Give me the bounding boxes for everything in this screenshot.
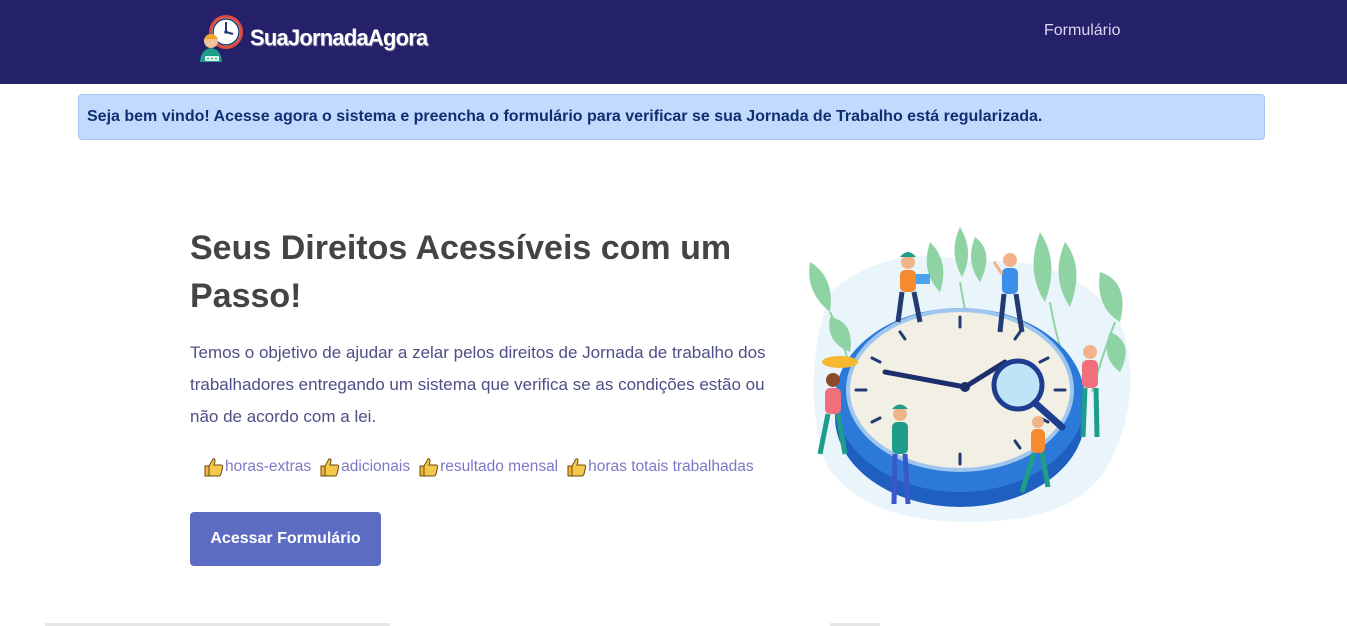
hero-description: Temos o objetivo de ajudar a zelar pelos… (190, 343, 766, 426)
tag-label: resultado mensal (440, 458, 559, 475)
clock-team-illustration (809, 227, 1131, 522)
thumbs-up-icon (204, 458, 224, 477)
access-form-button[interactable]: Acessar Formulário (190, 512, 381, 566)
top-navbar: SuaJornadaAgora Formulário (0, 0, 1347, 84)
coin-icon (822, 356, 858, 368)
tag-label: horas-extras (225, 458, 312, 475)
feature-tags: horas-extras adicionais resultado mensal… (204, 457, 763, 477)
clock-worker-logo-icon (200, 15, 243, 62)
tag-horas-totais[interactable]: horas totais trabalhadas (567, 457, 754, 477)
tag-adicionais[interactable]: adicionais (320, 457, 410, 477)
thumbs-up-icon (419, 458, 439, 477)
thumbs-up-icon (567, 458, 587, 477)
nav-link-formulario[interactable]: Formulário (1044, 22, 1120, 40)
welcome-alert: Seja bem vindo! Acesse agora o sistema e… (78, 94, 1265, 140)
brand-name: SuaJornadaAgora (250, 24, 428, 51)
brand-logo-link[interactable]: SuaJornadaAgora (198, 12, 428, 64)
tag-label: horas totais trabalhadas (588, 458, 754, 475)
tag-resultado-mensal[interactable]: resultado mensal (419, 457, 558, 477)
thumbs-up-icon (320, 458, 340, 477)
hero-title: Seus Direitos Acessíveis com um Passo! (190, 229, 732, 315)
tag-label: adicionais (341, 458, 411, 475)
tag-horas-extras[interactable]: horas-extras (204, 457, 311, 477)
